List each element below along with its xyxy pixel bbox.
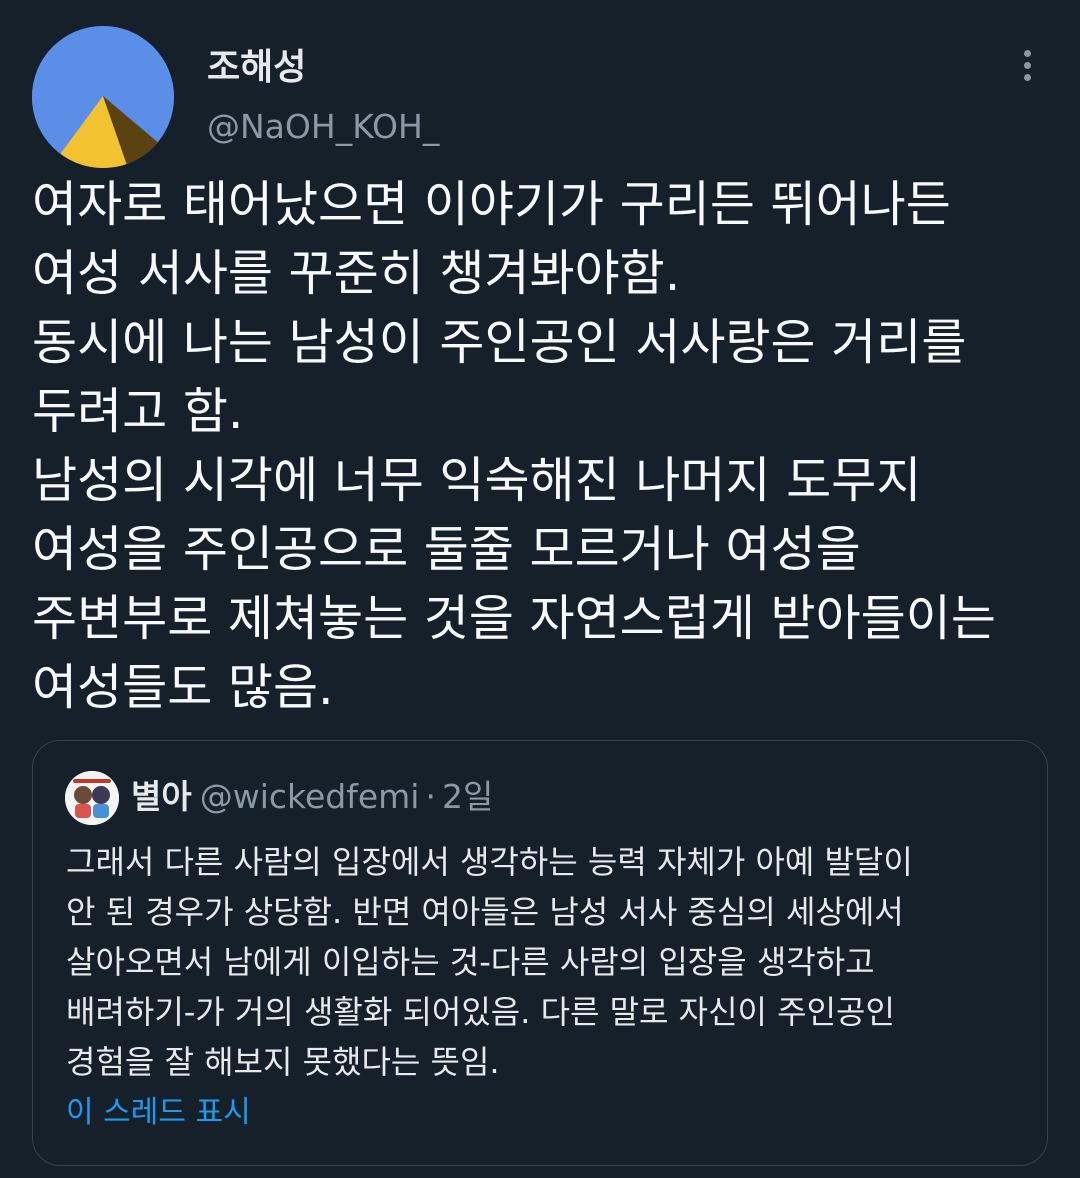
quoted-text-line: 살아오면서 남에게 이입하는 것-다른 사람의 입장을 생각하고 bbox=[66, 943, 875, 981]
quoted-text-line: 안 된 경우가 상당함. 반면 여아들은 남성 서사 중심의 세상에서 bbox=[66, 893, 904, 931]
quoted-author-avatar[interactable] bbox=[65, 771, 119, 825]
tweet-text-line: 두려고 함. bbox=[32, 383, 244, 440]
quoted-text-line: 그래서 다른 사람의 입장에서 생각하는 능력 자체가 아예 발달이 bbox=[66, 843, 913, 881]
tweet-text-line: 여성 서사를 꾸준히 챙겨봐야함. bbox=[32, 245, 681, 302]
tweet-text-line: 여자로 태어났으면 이야기가 구리든 뛰어나든 bbox=[32, 176, 951, 233]
quoted-text-line: 배려하기-가 거의 생활화 되어있음. 다른 말로 자신이 주인공인 bbox=[66, 993, 895, 1031]
tweet-text-line: 주변부로 제쳐놓는 것을 자연스럽게 받아들이는 bbox=[32, 590, 996, 647]
quoted-tweet[interactable]: 별아 @wickedfemi · 2일 그래서 다른 사람의 입장에서 생각하는 능력… bbox=[32, 740, 1048, 1166]
show-thread-link[interactable]: 이 스레드 표시 bbox=[66, 1091, 251, 1135]
quoted-text-line: 경험을 잘 해보지 못했다는 뜻임. bbox=[66, 1043, 500, 1081]
tweet-text-line: 남성의 시각에 너무 익숙해진 나머지 도무지 bbox=[32, 452, 922, 509]
pyramid-icon bbox=[32, 26, 174, 168]
author-display-name[interactable]: 조해성 bbox=[207, 44, 306, 92]
more-options-icon[interactable] bbox=[1010, 50, 1044, 88]
tweet-card: 조해성 @NaOH_KOH_ 여자로 태어났으면 이야기가 구리든 뛰어나든 여… bbox=[0, 0, 1080, 1178]
tweet-text-line: 여성을 주인공으로 둘줄 모르거나 여성을 bbox=[32, 521, 861, 578]
tweet-text: 여자로 태어났으면 이야기가 구리든 뛰어나든 여성 서사를 꾸준히 챙겨봐야함… bbox=[32, 170, 1062, 722]
quoted-tweet-date: 2일 bbox=[441, 777, 494, 816]
author-handle[interactable]: @NaOH_KOH_ bbox=[207, 104, 439, 150]
cartoon-avatar-icon bbox=[65, 771, 119, 825]
quoted-author-name[interactable]: 별아 bbox=[131, 777, 192, 816]
tweet-text-line: 여성들도 많음. bbox=[32, 659, 334, 716]
quoted-tweet-text: 그래서 다른 사람의 입장에서 생각하는 능력 자체가 아예 발달이 안 된 경… bbox=[66, 837, 1016, 1087]
separator-dot: · bbox=[425, 777, 436, 816]
author-avatar[interactable] bbox=[32, 26, 174, 168]
tweet-text-line: 동시에 나는 남성이 주인공인 서사랑은 거리를 bbox=[32, 314, 967, 371]
quoted-author-handle[interactable]: @wickedfemi bbox=[200, 777, 420, 816]
quoted-tweet-header: 별아 @wickedfemi · 2일 bbox=[131, 775, 493, 819]
